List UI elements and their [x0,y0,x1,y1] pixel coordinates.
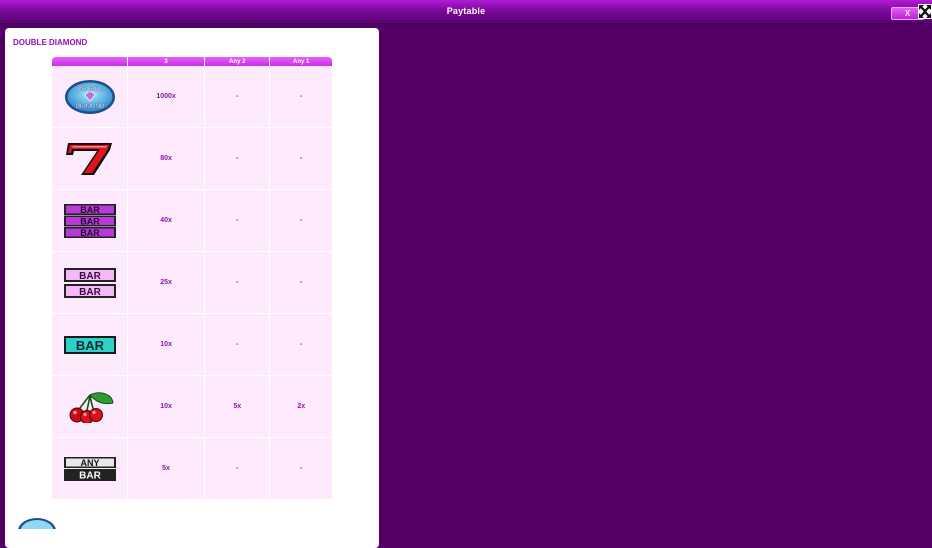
table-row: BAR 10x - - [52,314,332,376]
table-row: 10x 5x 2x [52,376,332,438]
pay-any-one-cell: - [270,438,332,500]
symbol-cell: ANY BAR [52,438,128,500]
pay-any-two-cell: - [205,314,271,376]
single-bar-icon: BAR [63,335,116,354]
pay-any-one-cell: - [270,66,332,128]
pay-any-two-cell: 5x [205,376,271,438]
pay-any-one-cell: - [270,190,332,252]
pay-any-two-cell: - [205,190,271,252]
table-row: DOUBLE DIAMOND 1000x - - [52,66,332,128]
pay-three-cell: 10x [128,376,206,438]
pay-any-one-cell: 2x [270,376,332,438]
symbol-cell [52,128,128,190]
symbol-cell: BAR [52,314,128,376]
svg-text:BAR: BAR [80,205,100,215]
symbol-cell: BAR BAR [52,252,128,314]
window-title: Paytable [446,6,486,16]
any-bar-icon: ANY BAR [63,456,116,481]
double-bar-icon: BAR BAR [63,267,116,298]
svg-text:BAR: BAR [75,338,104,353]
table-row: BAR BAR 25x - - [52,252,332,314]
table-row: BAR BAR BAR 40x - - [52,190,332,252]
svg-text:DIAMOND: DIAMOND [75,104,104,110]
red-seven-icon [65,142,112,175]
pay-three-cell: 5x [128,438,206,500]
table-row: ANY BAR 5x - - [52,438,332,500]
svg-text:BAR: BAR [79,470,101,481]
symbol-cell: BAR BAR BAR [52,190,128,252]
pay-three-cell: 1000x [128,66,206,128]
symbol-cell: DOUBLE DIAMOND [52,66,128,128]
header-any-one: Any 1 [270,57,332,66]
pay-three-cell: 40x [128,190,206,252]
cherries-icon [69,391,114,423]
pay-any-two-cell: - [205,128,271,190]
pay-any-two-cell: - [205,66,271,128]
svg-text:DOUBLE: DOUBLE [77,87,102,93]
svg-text:BAR: BAR [80,216,100,226]
header-three: 3 [128,57,206,66]
pay-three-cell: 10x [128,314,206,376]
symbol-cell [52,376,128,438]
header-symbol [52,57,128,66]
triple-bar-icon: BAR BAR BAR [63,203,116,238]
game-title: DOUBLE DIAMOND [13,38,88,47]
pay-any-one-cell: - [270,252,332,314]
table-row: 80x - - [52,128,332,190]
paytable-panel: DOUBLE DIAMOND 3 Any 2 Any 1 DOUBLE DIAM… [5,28,379,548]
svg-text:BAR: BAR [80,228,100,238]
pay-any-two-cell: - [205,438,271,500]
double-diamond-icon: DOUBLE DIAMOND [64,79,115,114]
pay-any-one-cell: - [270,314,332,376]
header-any-two: Any 2 [205,57,271,66]
title-bar: Paytable [0,0,932,24]
pay-three-cell: 80x [128,128,206,190]
pay-any-one-cell: - [270,128,332,190]
svg-text:ANY: ANY [80,458,99,468]
svg-text:BAR: BAR [79,271,101,282]
double-diamond-logo-icon [18,518,56,529]
pay-any-two-cell: - [205,252,271,314]
fullscreen-icon[interactable] [918,4,932,19]
paytable-header-row: 3 Any 2 Any 1 [52,57,332,66]
pay-three-cell: 25x [128,252,206,314]
paytable-table: 3 Any 2 Any 1 DOUBLE DIAMOND 1000x - - 8… [52,57,332,500]
svg-text:BAR: BAR [79,287,101,298]
